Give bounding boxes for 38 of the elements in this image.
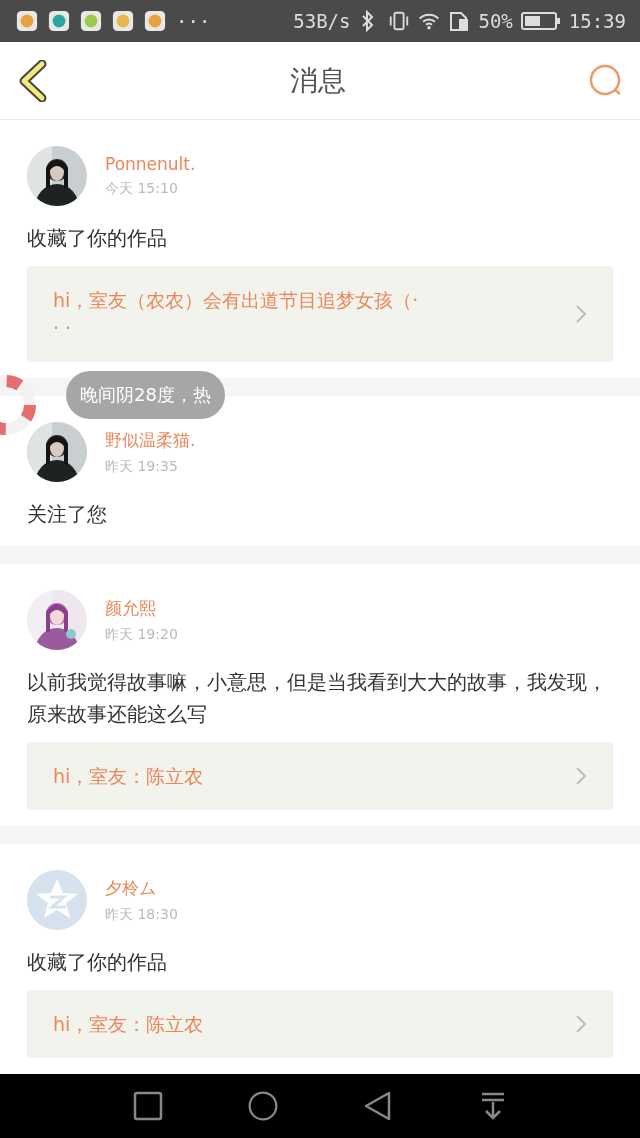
vibrate-icon xyxy=(388,10,411,32)
message-text: 关注了您 xyxy=(27,501,108,528)
message-time: 昨天 19:20 xyxy=(105,625,178,644)
message-time: 昨天 19:35 xyxy=(105,457,179,476)
chevron-right-icon xyxy=(575,304,587,324)
user-name[interactable]: 野似温柔猫. xyxy=(105,428,196,452)
app-icon xyxy=(16,10,38,32)
page-title: 消息 xyxy=(290,62,346,99)
message-time: 今天 15:10 xyxy=(105,180,179,198)
back-icon[interactable] xyxy=(18,59,48,102)
battery-icon xyxy=(520,11,561,31)
message-text: 收藏了你的作品 xyxy=(27,949,168,976)
user-name[interactable]: 颜允熙 xyxy=(105,596,178,620)
app-icon xyxy=(144,10,166,32)
quoted-work-card[interactable]: hi，室友：陈立农 xyxy=(27,990,613,1058)
more-notifications: ··· xyxy=(176,10,211,32)
app-icon xyxy=(48,10,70,32)
home-icon[interactable] xyxy=(246,1090,279,1122)
chevron-right-icon xyxy=(575,1014,587,1034)
message-time: 昨天 18:30 xyxy=(105,905,178,924)
work-title: hi，室友：陈立农 xyxy=(53,1012,204,1037)
message-text: 收藏了你的作品 xyxy=(27,225,168,252)
work-title: hi，室友：陈立农 xyxy=(53,764,204,789)
clock: 15:39 xyxy=(568,10,626,32)
weather-toast: 晚间阴28度，热 xyxy=(66,371,225,419)
app-icon xyxy=(80,10,102,32)
user-name[interactable]: Ponnenult. xyxy=(105,154,196,174)
chevron-right-icon xyxy=(575,766,587,786)
battery-percent: 50% xyxy=(478,10,513,32)
quoted-work-card[interactable]: hi，室友：陈立农 xyxy=(27,742,613,810)
app-icon xyxy=(112,10,134,32)
recent-apps-icon[interactable] xyxy=(131,1090,164,1122)
sim-card-icon xyxy=(448,10,471,32)
work-title: hi，室友（农农）会有出道节目追梦女孩（· · · xyxy=(53,288,420,341)
quoted-work-card[interactable]: hi，室友（农农）会有出道节目追梦女孩（· · · xyxy=(27,266,613,362)
user-name[interactable]: 夕柃ム xyxy=(105,876,178,900)
message-text: 以前我觉得故事嘛，小意思，但是当我看到大大的故事，我发现，原来故事还能这么写 xyxy=(27,669,608,728)
network-speed: 53B/s xyxy=(293,10,351,32)
